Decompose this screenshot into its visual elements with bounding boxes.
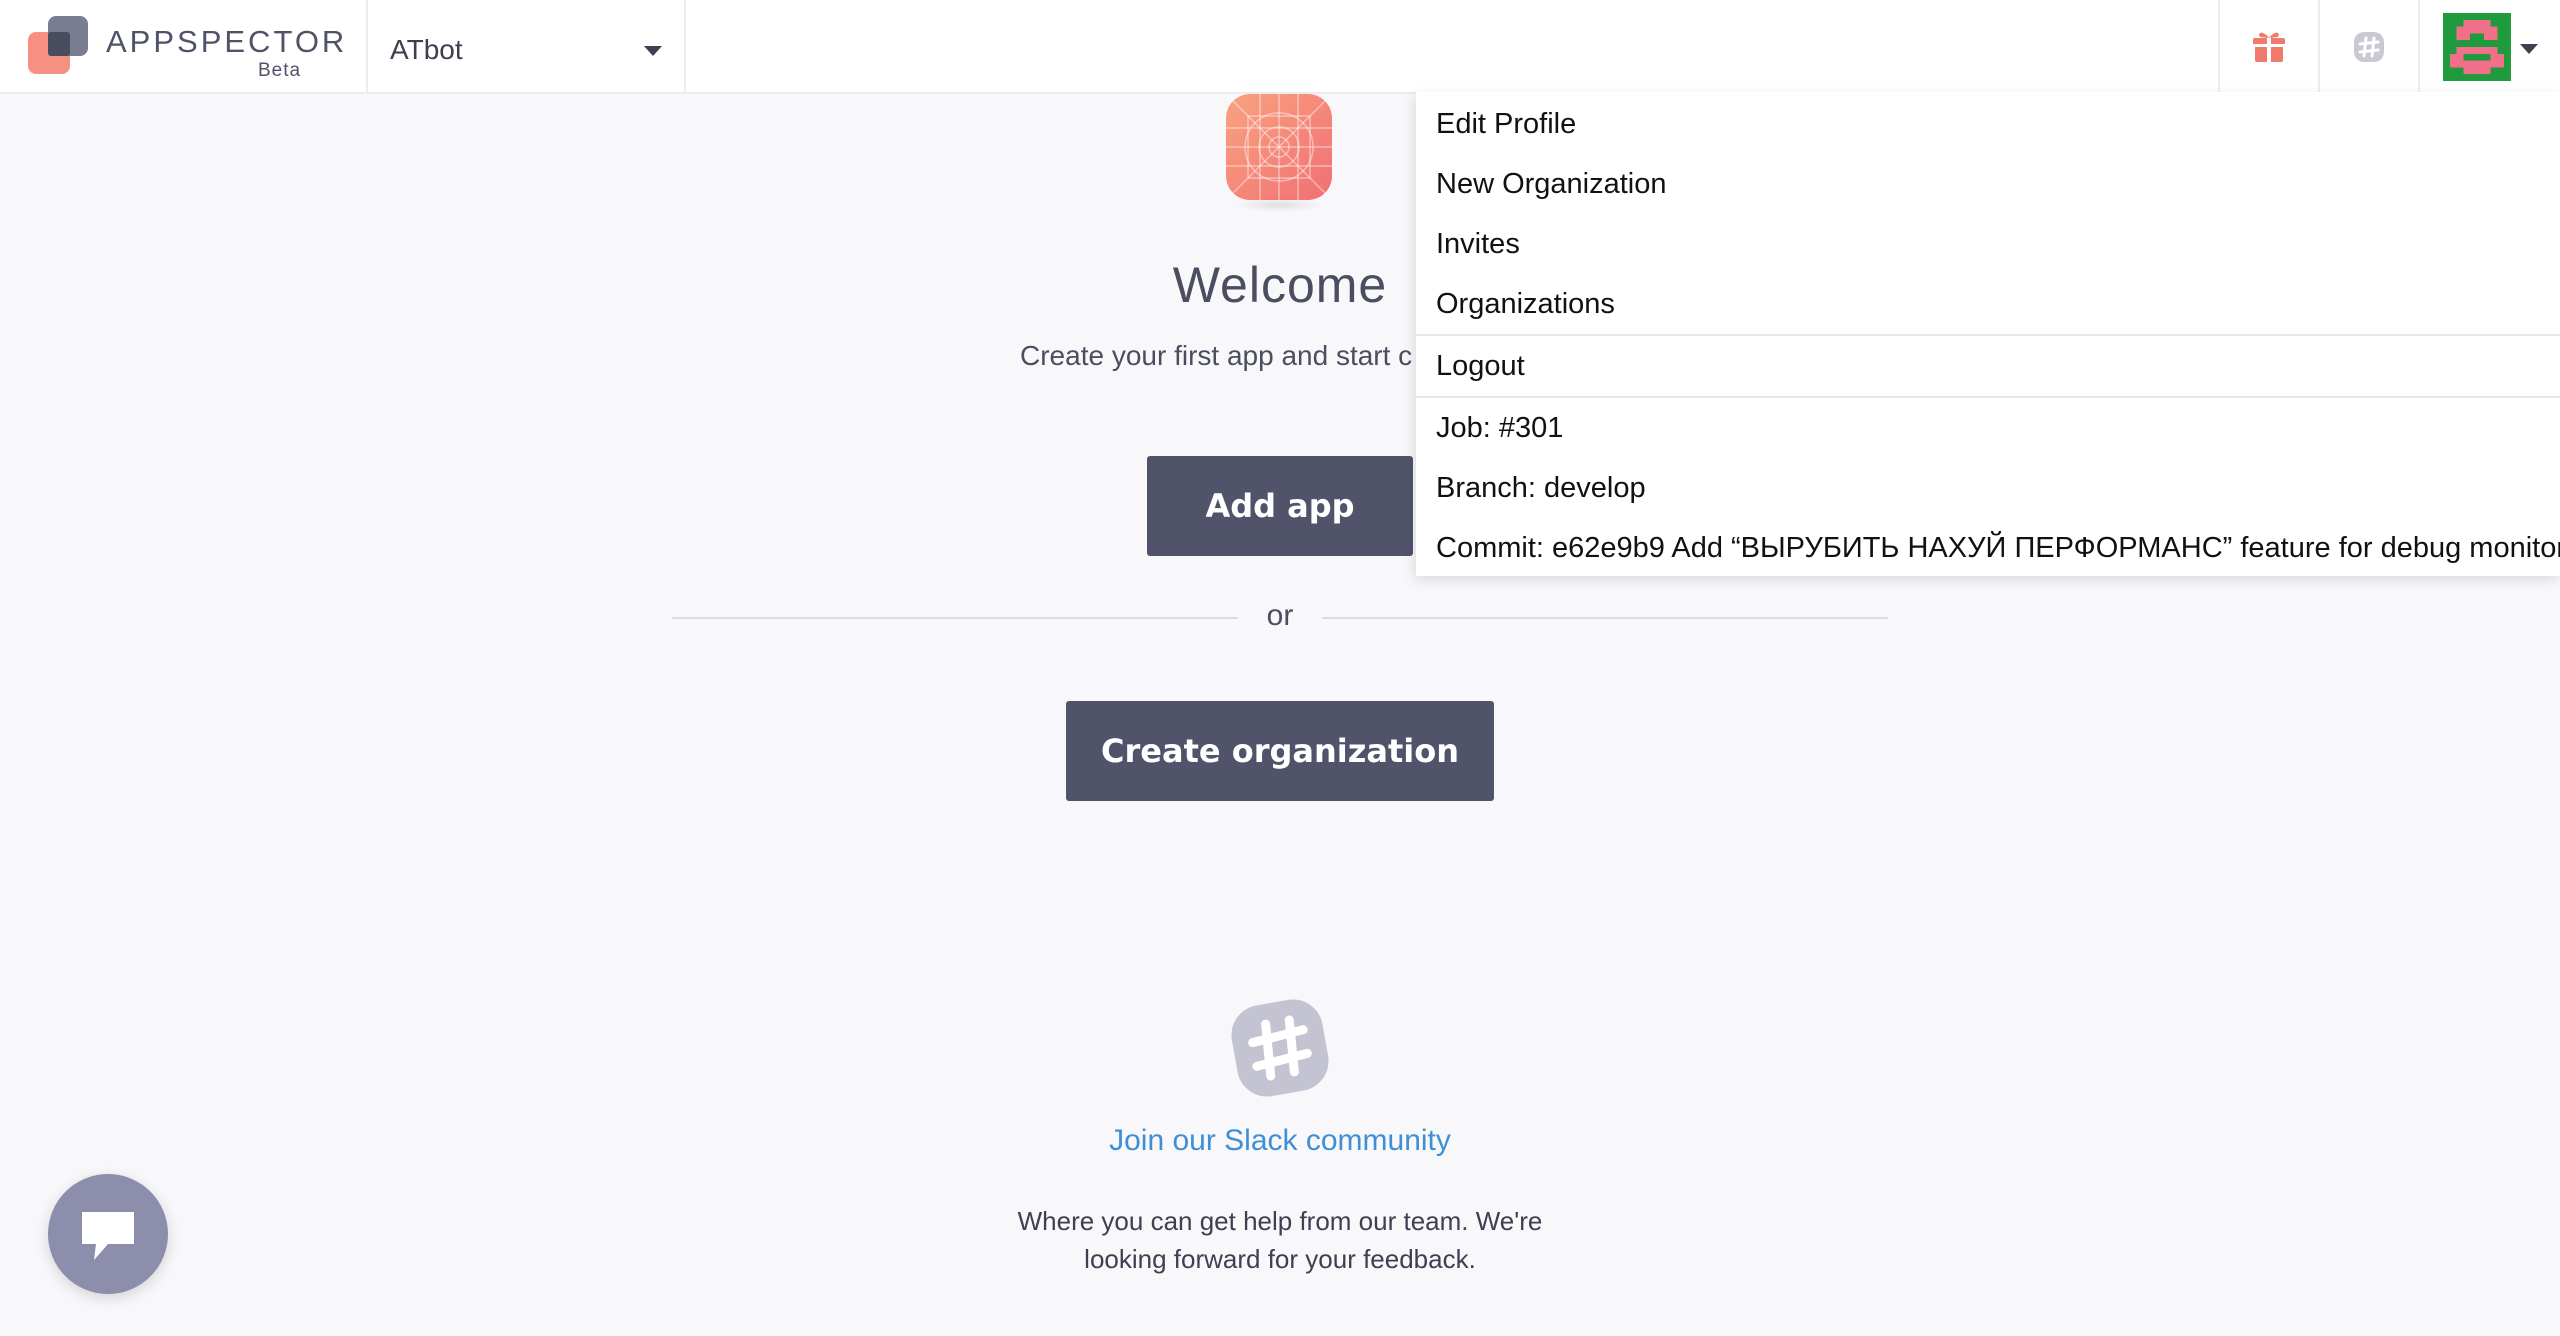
top-bar: APPSPECTOR Beta ATbot	[0, 0, 2560, 94]
chat-icon	[82, 1212, 134, 1260]
user-menu-button[interactable]	[2430, 0, 2560, 94]
slack-icon	[1231, 999, 1329, 1097]
logo-mark-icon	[28, 16, 90, 78]
menu-item-logout[interactable]: Logout	[1436, 350, 1525, 383]
slack-button[interactable]	[2320, 0, 2418, 94]
menu-item-invites[interactable]: Invites	[1436, 228, 1520, 261]
build-branch-info: Branch: develop	[1436, 472, 1646, 504]
divider-line	[672, 617, 1238, 619]
menu-divider	[1416, 396, 2560, 398]
slack-community-link[interactable]: Join our Slack community	[980, 1124, 1580, 1158]
menu-item-organizations[interactable]: Organizations	[1436, 288, 1615, 321]
or-separator: or	[1266, 599, 1294, 632]
divider-line	[1322, 617, 1888, 619]
header-divider	[2418, 0, 2420, 94]
user-dropdown-menu: Edit Profile New Organization Invites Or…	[1416, 92, 2560, 576]
gift-button[interactable]	[2220, 0, 2318, 94]
add-app-button[interactable]: Add app	[1147, 456, 1413, 556]
help-text-line: Where you can get help from our team. We…	[1017, 1206, 1543, 1236]
appspector-logo[interactable]: APPSPECTOR Beta	[28, 16, 368, 81]
brand-name: APPSPECTOR	[106, 24, 348, 59]
organization-selector[interactable]: ATbot	[368, 0, 684, 94]
gift-icon	[2253, 32, 2285, 62]
help-text: Where you can get help from our team. We…	[980, 1202, 1580, 1278]
header-divider	[684, 0, 686, 94]
menu-item-new-organization[interactable]: New Organization	[1436, 168, 1667, 201]
slack-icon	[2354, 32, 2384, 62]
create-organization-button[interactable]: Create organization	[1066, 701, 1494, 801]
chevron-down-icon	[2520, 44, 2538, 54]
help-text-line: looking forward for your feedback.	[1084, 1244, 1476, 1274]
chevron-down-icon	[644, 46, 662, 56]
build-commit-info: Commit: e62e9b9 Add “ВЫРУБИТЬ НАХУЙ ПЕРФ…	[1436, 532, 2560, 564]
chat-widget-button[interactable]	[48, 1174, 168, 1294]
organization-name: ATbot	[390, 34, 463, 65]
beta-badge: Beta	[258, 60, 302, 81]
build-job-info: Job: #301	[1436, 412, 1564, 444]
app-icon	[1225, 93, 1333, 201]
avatar	[2443, 13, 2511, 81]
app-placeholder	[1225, 93, 1333, 224]
menu-item-edit-profile[interactable]: Edit Profile	[1436, 108, 1576, 141]
icon-shadow	[1234, 198, 1324, 212]
menu-divider	[1416, 334, 2560, 336]
